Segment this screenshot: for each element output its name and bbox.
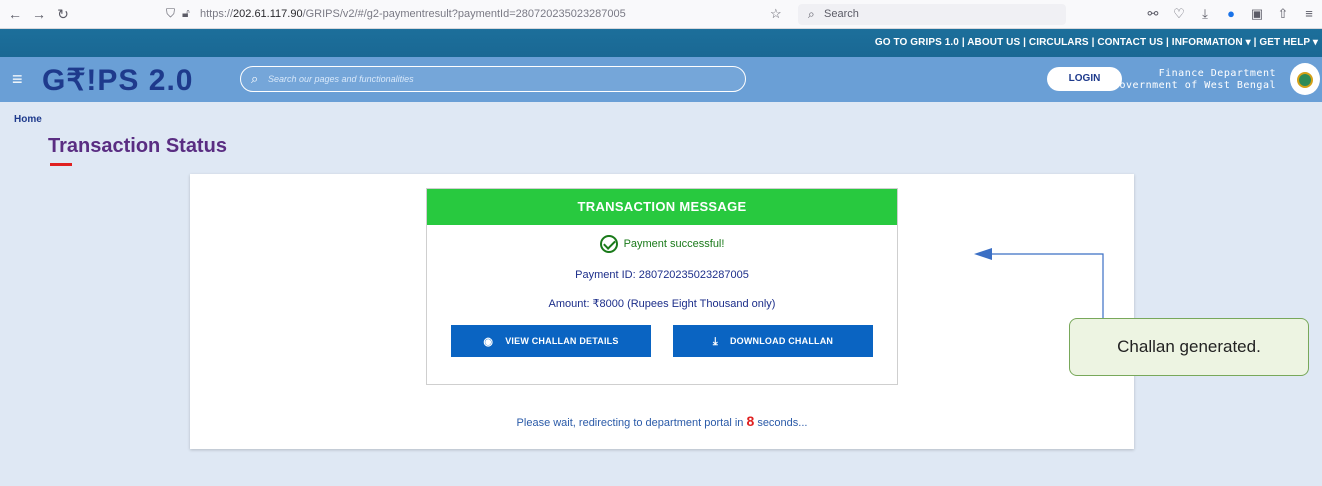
view-challan-label: VIEW CHALLAN DETAILS <box>505 336 619 346</box>
download-challan-button[interactable]: ⤓ DOWNLOAD CHALLAN <box>673 325 873 357</box>
menu-icon[interactable]: ≡ <box>1300 5 1318 23</box>
reader-icon[interactable]: ▣ <box>1248 5 1266 23</box>
payment-id: Payment ID: 280720235023287005 <box>575 269 749 281</box>
site-search-input[interactable]: ⌕ Search our pages and functionalities <box>240 66 746 92</box>
dept-line-1: Finance Department <box>1158 68 1276 79</box>
top-link-bar: GO TO GRIPS 1.0 | ABOUT US | CIRCULARS |… <box>0 29 1322 57</box>
redirect-countdown: 8 <box>746 413 755 429</box>
browser-toolbar: ← → ↻ ⛉ 🔓︎ https://202.61.117.90/GRIPS/v… <box>0 0 1322 29</box>
shield-icon: ⛉ <box>166 6 176 20</box>
breadcrumb[interactable]: Home <box>14 114 42 125</box>
page-title: Transaction Status <box>48 135 227 157</box>
redirect-suffix: seconds... <box>757 417 808 429</box>
payment-amount: Amount: ₹8000 (Rupees Eight Thousand onl… <box>548 298 776 310</box>
eye-icon: ◉ <box>483 335 494 348</box>
pocket-icon[interactable]: ♡ <box>1170 5 1188 23</box>
search-icon: ⌕ <box>251 71 259 86</box>
check-circle-icon <box>599 235 618 253</box>
top-links[interactable]: GO TO GRIPS 1.0 | ABOUT US | CIRCULARS |… <box>875 37 1318 48</box>
login-button[interactable]: LOGIN <box>1047 67 1122 91</box>
search-icon: ⌕ <box>808 7 815 21</box>
hamburger-menu-icon[interactable]: ≡ <box>12 69 23 90</box>
success-text: Payment successful! <box>623 237 725 250</box>
url-text: https://202.61.117.90/GRIPS/v2/#/g2-paym… <box>200 8 626 20</box>
view-challan-details-button[interactable]: ◉ VIEW CHALLAN DETAILS <box>451 325 651 357</box>
share-icon[interactable]: ⇧ <box>1274 5 1292 23</box>
site-search-placeholder: Search our pages and functionalities <box>268 74 414 84</box>
state-emblem-icon <box>1290 63 1320 95</box>
account-icon[interactable]: ● <box>1222 5 1240 23</box>
grips-logo[interactable]: G₹!PS 2.0 <box>42 63 194 98</box>
forward-arrow-icon[interactable]: → <box>30 5 48 23</box>
address-bar[interactable]: ⛉ 🔓︎ https://202.61.117.90/GRIPS/v2/#/g2… <box>158 4 798 25</box>
bookmark-star-icon[interactable]: ☆ <box>770 6 782 22</box>
redirect-message: Please wait, redirecting to department p… <box>190 413 1134 429</box>
lock-icon: 🔓︎ <box>182 6 190 20</box>
reload-icon[interactable]: ↻ <box>54 5 72 23</box>
transaction-message-header: TRANSACTION MESSAGE <box>427 189 897 225</box>
title-underline <box>50 163 72 166</box>
logo-text: G₹!PS <box>42 64 140 97</box>
redirect-prefix: Please wait, redirecting to department p… <box>516 417 744 429</box>
back-arrow-icon[interactable]: ← <box>6 5 24 23</box>
dept-line-2: Government of West Bengal <box>1112 80 1276 91</box>
browser-search-placeholder: Search <box>824 8 859 20</box>
download-icon: ⤓ <box>712 335 718 348</box>
download-icon[interactable]: ⤓ <box>1196 5 1214 23</box>
download-challan-label: DOWNLOAD CHALLAN <box>729 336 834 346</box>
department-name: Finance Department Government of West Be… <box>1113 68 1276 92</box>
browser-search-field[interactable]: ⌕ Search <box>798 4 1066 25</box>
payment-status: Payment successful! <box>427 235 897 253</box>
logo-version: 2.0 <box>148 64 194 97</box>
transaction-message-box: TRANSACTION MESSAGE Payment successful! … <box>426 188 898 385</box>
challan-generated-callout: Challan generated. <box>1069 318 1309 376</box>
app-header: ≡ G₹!PS 2.0 ⌕ Search our pages and funct… <box>0 57 1322 102</box>
extension-icon[interactable]: ⚯ <box>1144 5 1162 23</box>
